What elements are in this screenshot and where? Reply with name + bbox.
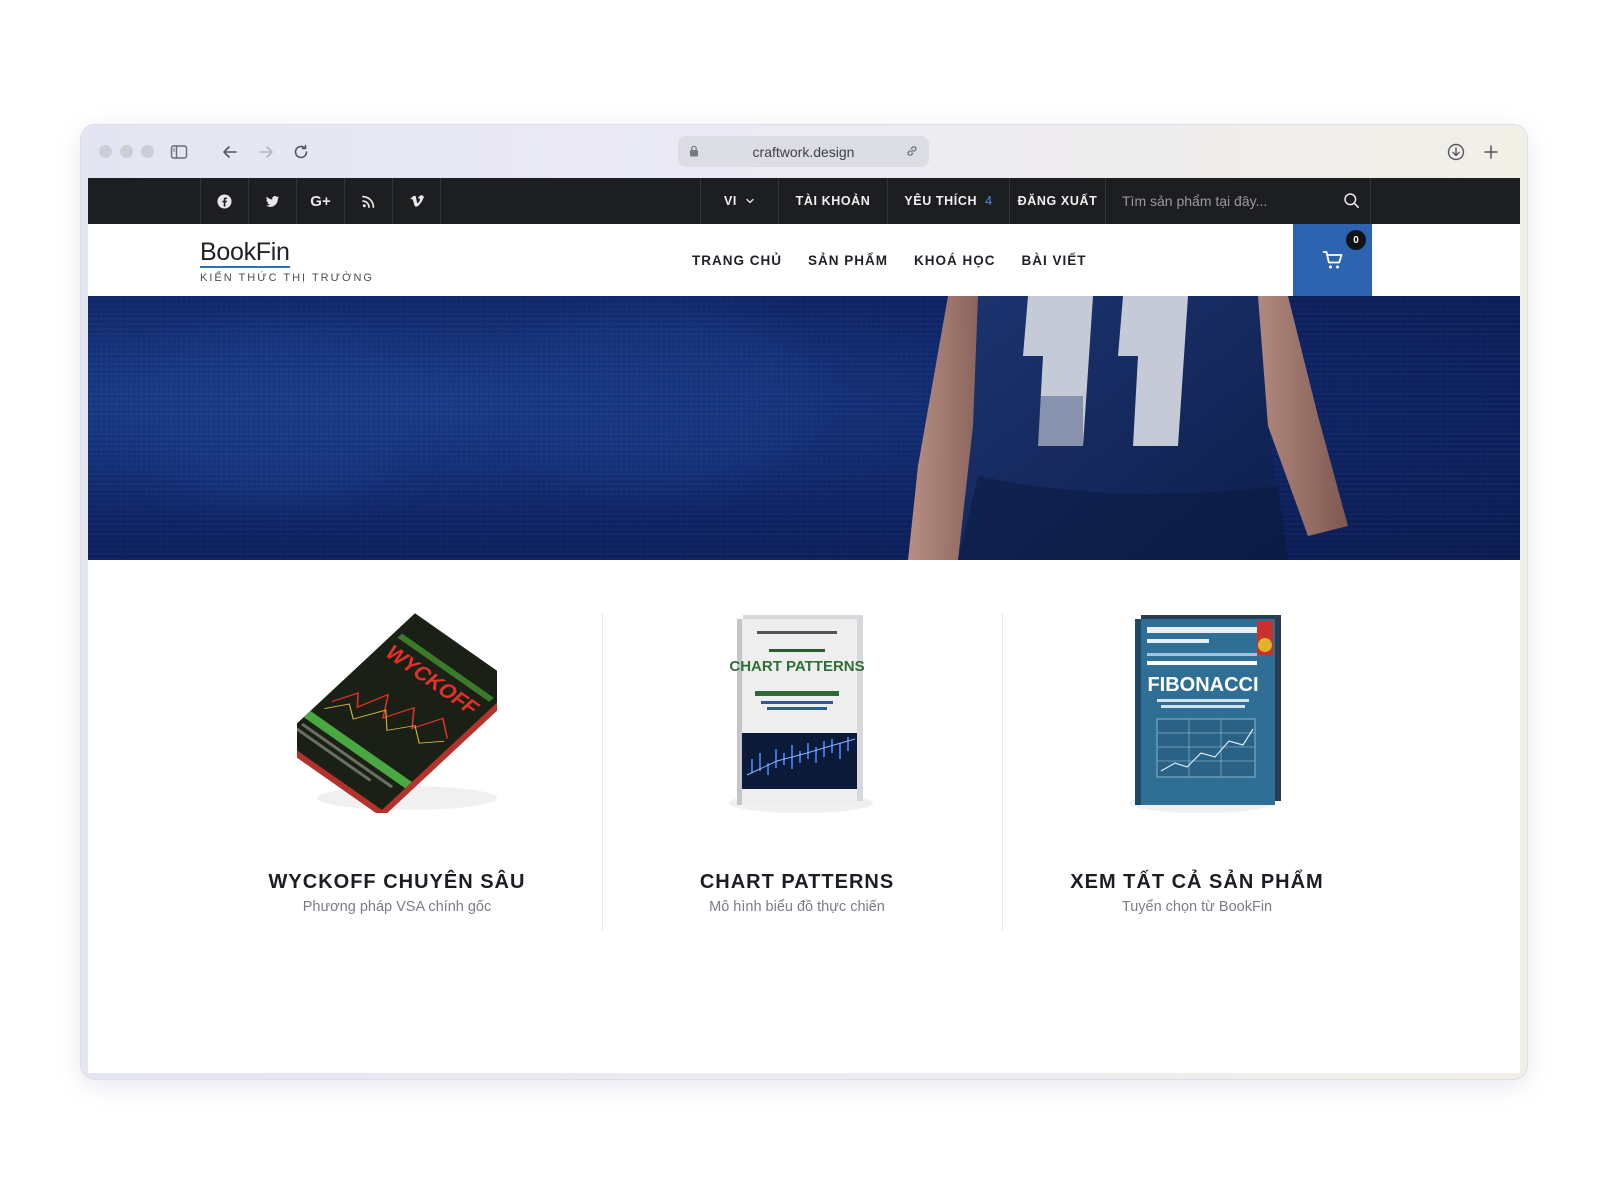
product-showcase: WYCKOFF WYCKOFF CHUYÊN SÂU Phương pháp V… [88, 613, 1520, 943]
product-card[interactable]: CHART PATTERNS CHART PATTERNS Mô hình bi… [602, 613, 992, 931]
cover-title: FIBONACCI [1147, 674, 1258, 696]
hero-banner [88, 296, 1520, 560]
address-url: craftwork.design [752, 143, 855, 160]
cart-button[interactable]: 0 [1293, 224, 1372, 296]
logout-link[interactable]: ĐĂNG XUẤT [1009, 178, 1105, 224]
new-tab-icon[interactable] [1478, 139, 1504, 165]
facebook-icon[interactable] [201, 178, 249, 224]
share-link-icon[interactable] [905, 144, 919, 158]
vimeo-icon[interactable] [393, 178, 441, 224]
chevron-down-icon [746, 198, 754, 204]
hero-athlete-image [908, 296, 1348, 560]
product-name[interactable]: XEM TẤT CẢ SẢN PHẨM [1002, 871, 1392, 894]
search-box [1105, 178, 1371, 224]
sidebar-toggle-icon[interactable] [166, 139, 192, 165]
logo-subtitle: KIẾN THỨC THỊ TRƯỜNG [200, 272, 374, 284]
forward-arrow-icon[interactable] [253, 139, 279, 165]
cart-count-badge: 0 [1346, 230, 1366, 250]
favorites-label: YÊU THÍCH [904, 194, 978, 208]
cover-title: CHART PATTERNS [729, 658, 864, 675]
product-subtitle: Tuyển chọn từ BookFin [1121, 899, 1273, 915]
address-bar[interactable]: craftwork.design [678, 136, 929, 167]
main-nav: TRANG CHỦ SẢN PHẨM KHOÁ HỌC BÀI VIẾT [692, 224, 1087, 296]
minimize-window-button[interactable] [120, 145, 133, 158]
account-link[interactable]: TÀI KHOẢN [778, 178, 887, 224]
download-icon[interactable] [1443, 139, 1469, 165]
page-viewport: G+ VI TÀI KHOẢN YÊU THÍCH 4 ĐĂNG XUẤT Tì… [88, 178, 1520, 1073]
nav-item-products[interactable]: SẢN PHẨM [808, 253, 888, 268]
top-bar: G+ VI TÀI KHOẢN YÊU THÍCH 4 ĐĂNG XUẤT Tì… [88, 178, 1520, 224]
twitter-icon[interactable] [249, 178, 297, 224]
social-links: G+ [200, 178, 441, 224]
google-plus-icon[interactable]: G+ [297, 178, 345, 224]
product-card[interactable]: WYCKOFF WYCKOFF CHUYÊN SÂU Phương pháp V… [202, 613, 592, 931]
favorites-count-badge: 4 [985, 194, 993, 208]
top-nav: VI TÀI KHOẢN YÊU THÍCH 4 ĐĂNG XUẤT [700, 178, 1105, 224]
site-header: BookFin KIẾN THỨC THỊ TRƯỜNG TRANG CHỦ S… [88, 224, 1520, 296]
browser-window: craftwork.design G+ VI TÀI KHOẢN YÊU THÍ… [81, 125, 1527, 1079]
site-logo[interactable]: BookFin KIẾN THỨC THỊ TRƯỜNG [200, 238, 374, 284]
nav-item-articles[interactable]: BÀI VIẾT [1022, 253, 1087, 268]
product-image-fibonacci[interactable]: FIBONACCI [1097, 613, 1297, 813]
cart-icon [1322, 251, 1342, 269]
lock-icon [690, 145, 698, 157]
browser-toolbar: craftwork.design [81, 125, 1527, 178]
product-image-chart-patterns[interactable]: CHART PATTERNS [697, 613, 897, 813]
nav-item-courses[interactable]: KHOÁ HỌC [914, 253, 996, 268]
product-name[interactable]: CHART PATTERNS [602, 871, 992, 894]
product-subtitle: Mô hình biểu đồ thực chiến [709, 899, 885, 915]
language-selector[interactable]: VI [700, 178, 778, 224]
search-input[interactable] [1122, 190, 1342, 212]
rss-icon[interactable] [345, 178, 393, 224]
product-subtitle: Phương pháp VSA chính gốc [302, 899, 492, 915]
favorites-link[interactable]: YÊU THÍCH 4 [887, 178, 1009, 224]
maximize-window-button[interactable] [141, 145, 154, 158]
logo-title: BookFin [200, 238, 290, 268]
product-name[interactable]: WYCKOFF CHUYÊN SÂU [202, 871, 592, 894]
close-window-button[interactable] [99, 145, 112, 158]
language-label: VI [723, 194, 737, 208]
window-controls [99, 145, 154, 158]
product-image-wyckoff[interactable]: WYCKOFF [297, 613, 497, 813]
search-icon[interactable] [1343, 192, 1360, 209]
back-arrow-icon[interactable] [217, 139, 243, 165]
reload-icon[interactable] [288, 139, 314, 165]
product-card[interactable]: FIBONACCI XEM TẤT CẢ SẢN PHẨM Tuyển chọn… [1002, 613, 1392, 931]
nav-item-home[interactable]: TRANG CHỦ [692, 253, 782, 268]
